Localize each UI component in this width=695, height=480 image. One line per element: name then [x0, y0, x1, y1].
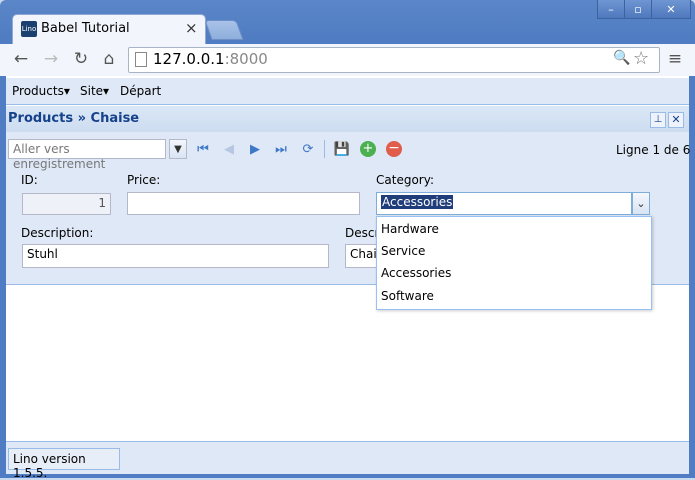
description-field[interactable]: Stuhl: [22, 244, 329, 268]
pin-icon[interactable]: ⊥: [650, 112, 666, 128]
menu-icon[interactable]: ≡: [664, 49, 686, 69]
record-status: Ligne 1 de 6: [616, 143, 691, 157]
next-record-icon[interactable]: ▶: [247, 141, 263, 157]
category-option-hardware[interactable]: Hardware: [381, 222, 439, 236]
back-icon[interactable]: ←: [10, 49, 32, 69]
tab-close-icon[interactable]: ×: [185, 19, 198, 37]
page-icon: [135, 52, 147, 67]
category-label: Category:: [376, 173, 434, 187]
toolbar-separator: [324, 140, 325, 158]
zoom-icon[interactable]: 🔍: [613, 50, 630, 66]
menu-depart[interactable]: Départ: [120, 84, 161, 98]
app-menubar: Products▾ Site▾ Départ: [6, 78, 689, 105]
delete-icon[interactable]: −: [386, 141, 402, 157]
last-record-icon[interactable]: ⏭: [273, 141, 289, 157]
menu-products[interactable]: Products▾: [12, 84, 70, 98]
close-window-button[interactable]: ✕: [651, 0, 691, 19]
record-nav-combo[interactable]: Aller vers enregistrement: [8, 139, 166, 171]
category-option-service[interactable]: Service: [381, 244, 425, 258]
add-icon[interactable]: +: [360, 141, 376, 157]
save-icon[interactable]: 💾: [334, 141, 350, 157]
bookmark-star-icon[interactable]: ☆: [633, 48, 649, 69]
price-field[interactable]: [127, 192, 360, 215]
forward-icon[interactable]: →: [40, 49, 62, 69]
combo-trigger-icon[interactable]: ▼: [169, 139, 187, 159]
close-panel-icon[interactable]: ✕: [668, 112, 684, 128]
browser-tab[interactable]: Lino Babel Tutorial ×: [12, 14, 206, 45]
category-option-accessories[interactable]: Accessories: [381, 266, 451, 280]
category-combo[interactable]: Accessories: [376, 192, 632, 215]
panel-header: Products » Chaise ⊥ ✕: [6, 106, 689, 133]
price-label: Price:: [127, 173, 161, 187]
description2-label: Descr: [345, 226, 380, 240]
refresh-icon[interactable]: ⟳: [300, 141, 316, 157]
tab-title: Babel Tutorial: [41, 21, 130, 36]
minimize-button[interactable]: –: [597, 0, 625, 19]
address-bar[interactable]: 127.0.0.1:8000 🔍 ☆: [128, 47, 660, 73]
id-field[interactable]: 1: [22, 193, 111, 215]
new-tab-button[interactable]: [204, 20, 244, 40]
version-label: Lino version 1.5.5.: [8, 448, 120, 480]
reload-icon[interactable]: ↻: [70, 49, 92, 69]
category-dropdown-list: Hardware Service Accessories Software: [376, 216, 652, 310]
home-icon[interactable]: ⌂: [98, 49, 120, 69]
category-trigger-icon[interactable]: ⌄: [632, 192, 650, 215]
description-label: Description:: [21, 226, 94, 240]
lino-logo-icon: Lino: [21, 21, 37, 37]
category-selected-value: Accessories: [381, 195, 454, 209]
url-port: :8000: [224, 50, 268, 68]
id-label: ID:: [21, 173, 38, 187]
maximize-button[interactable]: ▫: [624, 0, 652, 19]
category-option-software[interactable]: Software: [381, 289, 434, 303]
url-host: 127.0.0.1: [153, 50, 225, 68]
menu-site[interactable]: Site▾: [80, 84, 109, 98]
panel-title: Products » Chaise: [8, 111, 140, 126]
first-record-icon[interactable]: ⏮: [195, 141, 211, 157]
previous-record-icon[interactable]: ◀: [221, 141, 237, 157]
